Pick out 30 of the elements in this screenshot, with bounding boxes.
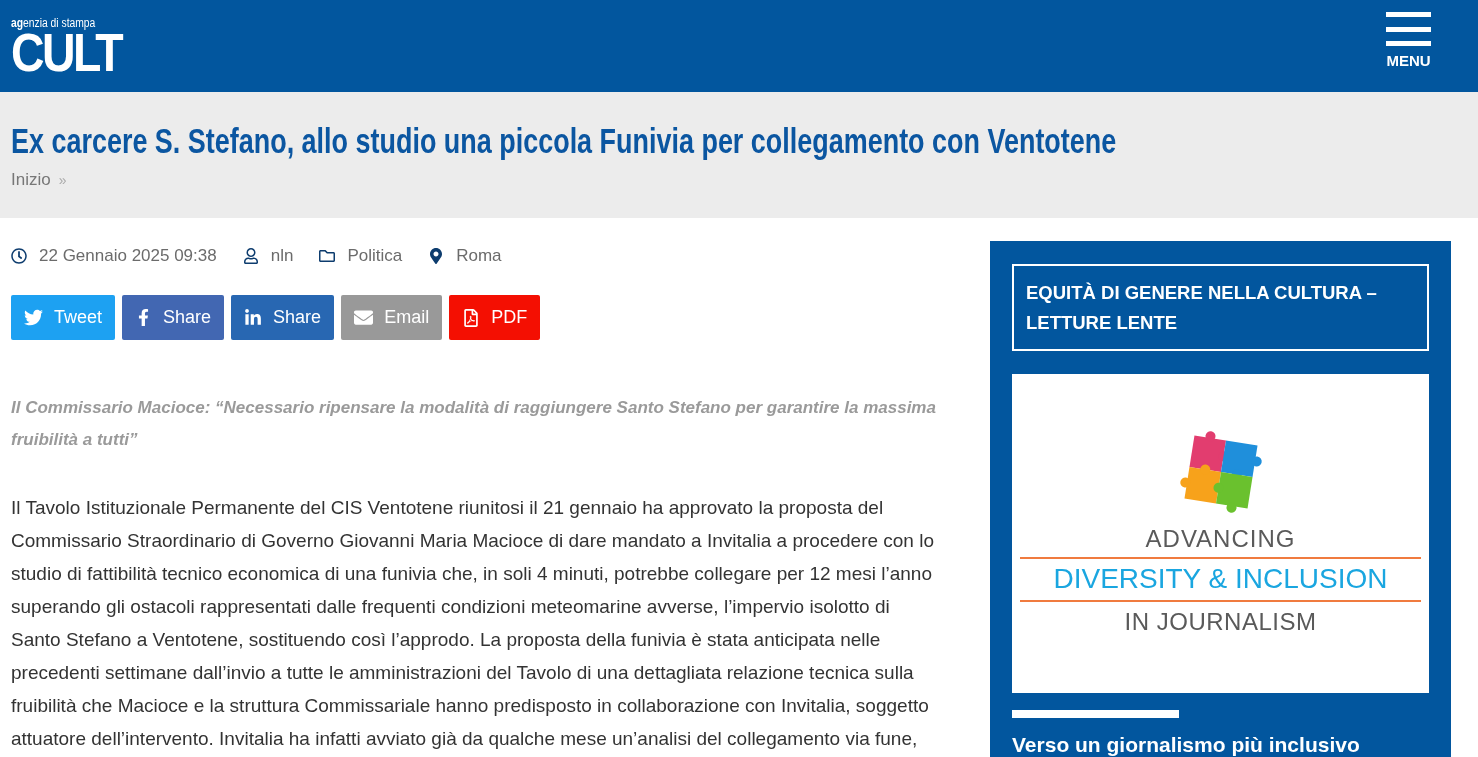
category-link[interactable]: Politica <box>347 244 403 268</box>
clock-icon <box>11 248 27 264</box>
article-body: Il Tavolo Istituzionale Permanente del CIS Ventotene riunitosi il 21 gennaio ha approvato la proposta del Commissario Straordinario di Governo Giovanni Maria Macioce di dare mandato a Invitalia a procedere con lo studio di fattibilità tecnico economica di una funivia che, in soli 4 minuti, potrebbe collegare per 12 mesi l’anno superando gli ostacoli rappresentati dalle frequenti condizioni meteomarine avverse, l’impervio isolotto di Santo Stefano a Ventotene, sostituendo così l’approdo. La proposta della funivia è stata anticipata nelle precedenti settimane dall’invio a tutte le amministrazioni del Tavolo di una dettagliata relazione tecnica sulla fruibilità che Macioce e la struttura Commissariale hanno predisposto in collaborazione con Invitalia, soggetto attuatore dell’intervento. Invitalia ha infatti avviato già da qualche mese un’analisi del collegamento via fune, <box>11 496 935 751</box>
sidebar-article-title[interactable]: Verso un giornalismo più inclusivo <box>1012 733 1429 757</box>
post-date: 22 Gennaio 2025 09:38 <box>39 245 217 267</box>
bird-icon <box>24 308 43 327</box>
user-icon <box>242 248 259 264</box>
banner-text: IN JOURNALISM <box>1124 608 1317 636</box>
map-pin-icon <box>428 248 445 264</box>
breadcrumb-link[interactable]: Inizio <box>11 168 51 192</box>
location-link[interactable]: Roma <box>456 244 502 268</box>
email-button[interactable]: Email <box>341 295 443 340</box>
folder-icon <box>319 248 336 264</box>
breadcrumb-separator: » <box>58 171 67 190</box>
author-link[interactable]: nln <box>270 244 294 268</box>
article-subtitle: Il Commissario Macioce: “Necessario ripensare la modalità di raggiungere Santo Stefano per garantire la massima fruibilità a tutti” <box>11 397 937 451</box>
section-heading[interactable]: EQUITÀ DI GENERE NELLA CULTURA – LETTURE LENTE <box>1026 278 1415 338</box>
linkedin-share-button[interactable]: Share <box>231 295 335 340</box>
banner-text: DIVERSITY & INCLUSION <box>1053 563 1388 595</box>
menu-button[interactable]: MENU <box>1386 12 1431 68</box>
banner-text: ADVANCING <box>1145 525 1296 553</box>
menu-icon <box>1386 12 1431 46</box>
article-title: Ex carcere S. Stefano, allo studio una piccola Funivia per collegamento con Ventotene <box>11 120 1117 162</box>
facebook-share-button[interactable]: Share <box>122 295 225 340</box>
letters-in-icon <box>244 308 263 327</box>
pdf-button[interactable]: PDF <box>449 295 541 340</box>
envelope-icon <box>354 308 374 327</box>
pdf-file-icon <box>462 308 481 327</box>
promo-banner[interactable]: ADVANCING DIVERSITY & INCLUSION IN JOURNALISM <box>1012 374 1429 693</box>
puzzle-icon <box>1178 430 1263 514</box>
